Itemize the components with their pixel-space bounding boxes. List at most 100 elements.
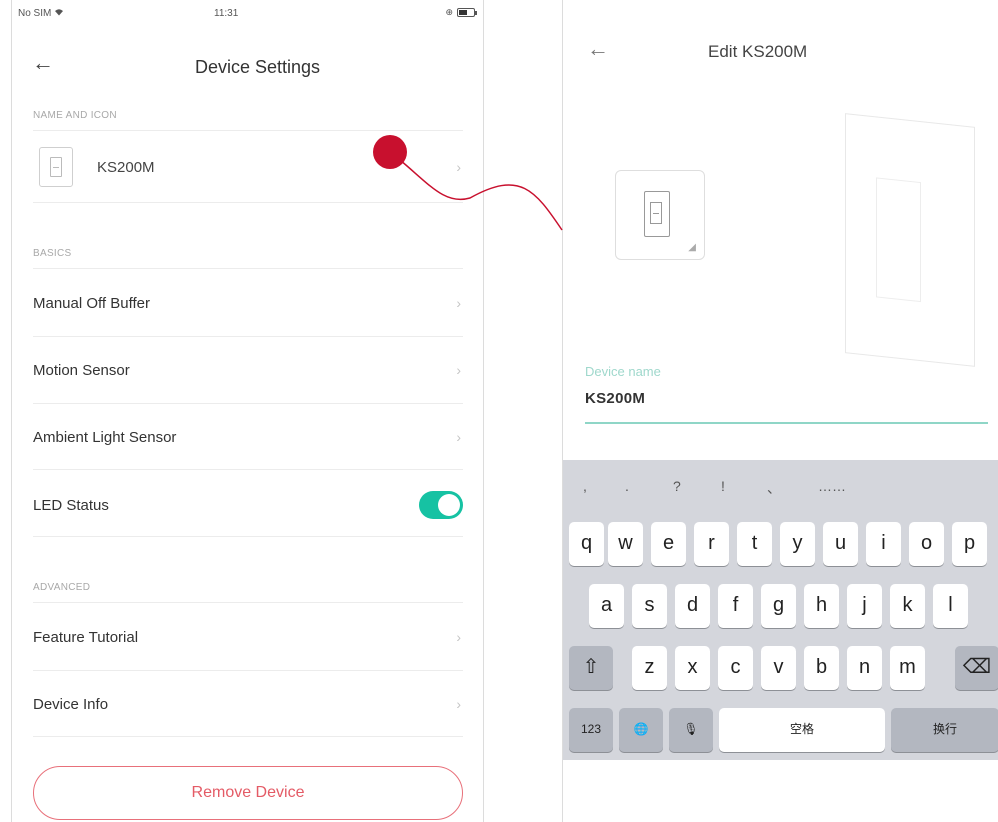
led-status-toggle[interactable]: [419, 491, 463, 519]
suggest-key[interactable]: .: [625, 478, 629, 494]
key-y[interactable]: y: [780, 522, 815, 566]
key-j[interactable]: j: [847, 584, 882, 628]
return-key[interactable]: 换行: [891, 708, 998, 752]
key-q[interactable]: q: [569, 522, 604, 566]
carrier-text: No SIM: [18, 8, 52, 19]
key-e[interactable]: e: [651, 522, 686, 566]
settings-item-led-status: LED Status: [33, 472, 463, 538]
back-arrow-icon[interactable]: ←: [587, 38, 609, 60]
punctuation-bar: , . ? ! 、 ……: [563, 460, 998, 510]
shift-key[interactable]: ⇧: [569, 646, 613, 690]
key-u[interactable]: u: [823, 522, 858, 566]
suggest-key[interactable]: ?: [673, 478, 681, 494]
row-label: Device Info: [33, 695, 109, 713]
settings-item-manual-off-buffer[interactable]: Manual Off Buffer ›: [33, 270, 463, 336]
edit-title: Edit KS200M: [708, 42, 808, 61]
key-b[interactable]: b: [804, 646, 839, 690]
suggest-key[interactable]: ……: [818, 478, 846, 494]
edit-device-screen: ← Edit KS200M ◢ Device name KS200M , . ?…: [562, 0, 998, 822]
key-x[interactable]: x: [675, 646, 710, 690]
settings-item-device-info[interactable]: Device Info ›: [33, 671, 463, 737]
key-p[interactable]: p: [952, 522, 987, 566]
divider: [33, 602, 463, 603]
input-underline: [585, 422, 988, 424]
device-name-input[interactable]: KS200M: [585, 390, 645, 407]
divider: [33, 536, 463, 537]
remove-device-button[interactable]: Remove Device: [33, 766, 463, 820]
chevron-right-icon: ›: [456, 362, 461, 378]
row-label: Feature Tutorial: [33, 628, 139, 646]
row-label: Manual Off Buffer: [33, 294, 151, 312]
key-c[interactable]: c: [718, 646, 753, 690]
clock: 11:31: [214, 8, 239, 19]
wall-switch-illustration: [845, 113, 975, 367]
key-s[interactable]: s: [632, 584, 667, 628]
suggest-key[interactable]: 、: [767, 478, 781, 498]
settings-item-ambient-light-sensor[interactable]: Ambient Light Sensor ›: [33, 404, 463, 470]
device-icon-picker[interactable]: ◢: [615, 170, 705, 260]
status-bar: No SIM 11:31 ⊕: [12, 0, 483, 26]
switch-icon: [644, 191, 670, 237]
device-name-label: KS200M: [97, 158, 155, 176]
divider: [33, 469, 463, 470]
key-h[interactable]: h: [804, 584, 839, 628]
device-switch-icon: [39, 147, 73, 187]
wifi-icon: [55, 9, 64, 16]
carrier-label: No SIM: [18, 8, 64, 19]
row-label: Ambient Light Sensor: [33, 428, 177, 446]
edit-corner-icon: ◢: [688, 242, 696, 253]
space-key[interactable]: 空格: [719, 708, 885, 752]
nav-header: ← Device Settings: [12, 40, 483, 90]
divider: [33, 130, 463, 131]
key-m[interactable]: m: [890, 646, 925, 690]
keyboard-row-2: a s d f g h j k l: [563, 584, 998, 628]
divider: [33, 736, 463, 737]
chevron-right-icon: ›: [456, 696, 461, 712]
onscreen-keyboard: , . ? ! 、 …… q w e r t y u i o p a s d f…: [563, 460, 998, 760]
status-right: ⊕: [445, 7, 477, 18]
section-header-advanced: ADVANCED: [33, 582, 91, 593]
section-header-name-and-icon: NAME AND ICON: [33, 110, 117, 121]
device-name-field-label: Device name: [585, 364, 661, 379]
row-label: LED Status: [33, 496, 109, 514]
divider: [33, 268, 463, 269]
microphone-icon[interactable]: 🎙: [669, 708, 713, 752]
key-r[interactable]: r: [694, 522, 729, 566]
key-t[interactable]: t: [737, 522, 772, 566]
chevron-right-icon: ›: [456, 629, 461, 645]
toggle-knob: [438, 494, 460, 516]
key-o[interactable]: o: [909, 522, 944, 566]
key-g[interactable]: g: [761, 584, 796, 628]
keyboard-row-4: 123 🌐 🎙 空格 换行: [563, 708, 998, 752]
divider: [33, 202, 463, 203]
key-v[interactable]: v: [761, 646, 796, 690]
section-header-basics: BASICS: [33, 248, 72, 259]
row-label: Motion Sensor: [33, 361, 130, 379]
settings-item-feature-tutorial[interactable]: Feature Tutorial ›: [33, 604, 463, 670]
globe-icon[interactable]: 🌐: [619, 708, 663, 752]
keyboard-row-1: q w e r t y u i o p: [563, 522, 998, 566]
key-w[interactable]: w: [608, 522, 643, 566]
numbers-key[interactable]: 123: [569, 708, 613, 752]
delete-key[interactable]: ⌫: [955, 646, 998, 690]
chevron-right-icon: ›: [456, 429, 461, 445]
lock-rotation-icon: ⊕: [445, 7, 453, 17]
suggest-key[interactable]: ,: [583, 478, 587, 494]
battery-icon: [457, 8, 477, 17]
key-l[interactable]: l: [933, 584, 968, 628]
device-name-row[interactable]: KS200M ›: [33, 134, 463, 200]
keyboard-row-3: ⇧ z x c v b n m ⌫: [563, 646, 998, 690]
key-z[interactable]: z: [632, 646, 667, 690]
suggest-key[interactable]: !: [721, 478, 725, 494]
key-n[interactable]: n: [847, 646, 882, 690]
key-k[interactable]: k: [890, 584, 925, 628]
chevron-right-icon: ›: [456, 295, 461, 311]
chevron-right-icon: ›: [456, 159, 461, 175]
key-f[interactable]: f: [718, 584, 753, 628]
key-a[interactable]: a: [589, 584, 624, 628]
key-d[interactable]: d: [675, 584, 710, 628]
page-title: Device Settings: [194, 57, 321, 77]
key-i[interactable]: i: [866, 522, 901, 566]
settings-item-motion-sensor[interactable]: Motion Sensor ›: [33, 337, 463, 403]
device-settings-screen: No SIM 11:31 ⊕ ← Device Settings NAME AN…: [11, 0, 484, 822]
